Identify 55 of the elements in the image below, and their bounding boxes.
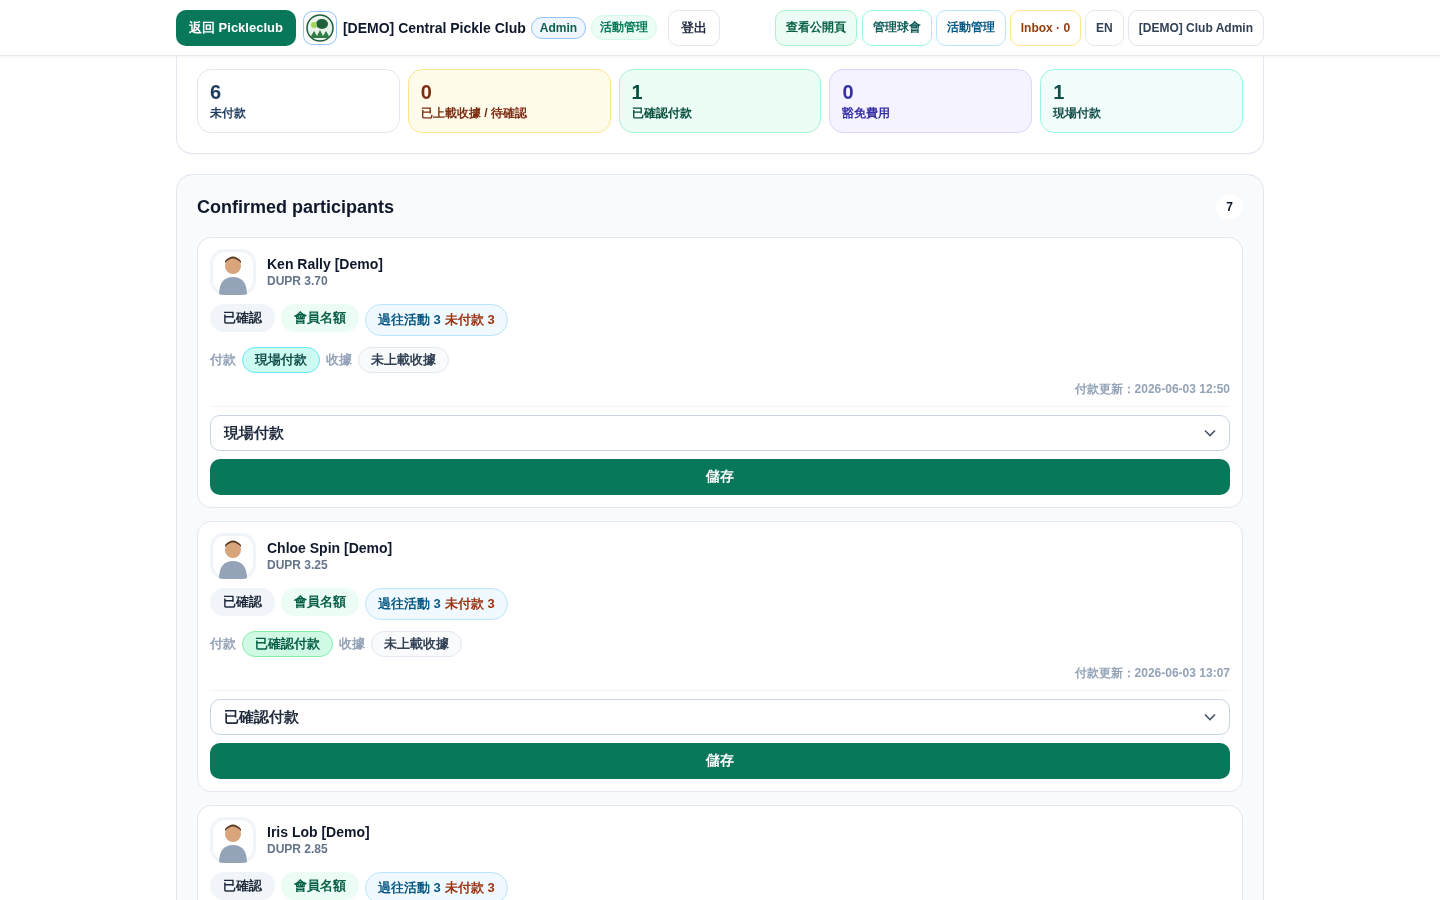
payment-label: 付款 — [210, 351, 236, 369]
nav-button[interactable]: EN — [1085, 9, 1124, 46]
nav-button[interactable]: 查看公開頁 — [774, 9, 857, 46]
role-badge: Admin — [530, 16, 587, 39]
save-button[interactable]: 儲存 — [210, 459, 1230, 495]
stat-count: 1 — [1053, 80, 1066, 105]
payment-status: 現場付款 — [242, 347, 320, 373]
payment-label: 付款 — [210, 635, 236, 653]
status-tag: 已確認 — [210, 588, 275, 616]
participant-name: Chloe Spin [Demo] — [267, 540, 393, 556]
stat-label: 已確認付款 — [631, 105, 693, 121]
club-name: [DEMO] Central Pickle Club — [342, 19, 526, 36]
back-button[interactable]: 返回 Pickleclub — [176, 9, 296, 46]
payment-select[interactable]: 現場付款 — [210, 415, 1230, 451]
dupr-rating: DUPR 3.25 — [267, 558, 329, 572]
stat-label: 豁免費用 — [842, 105, 892, 121]
status-tag: 已確認 — [210, 872, 275, 900]
logout-button[interactable]: 登出 — [668, 9, 721, 46]
stat-count: 1 — [631, 80, 644, 105]
stat-count: 0 — [420, 80, 433, 105]
status-tag: 會員名額 — [281, 304, 359, 332]
status-tag: 已確認 — [210, 304, 275, 332]
payment-updated: 付款更新：2026-06-03 12:50 — [1073, 381, 1230, 398]
receipt-status: 未上載收據 — [371, 631, 462, 657]
payment-status: 已確認付款 — [242, 631, 333, 657]
nav-button[interactable]: 活動管理 — [935, 9, 1006, 46]
receipt-label: 收據 — [326, 351, 352, 369]
history-count: 過往活動 3 — [378, 311, 441, 329]
receipt-label: 收據 — [339, 635, 365, 653]
nav-button[interactable]: [DEMO] Club Admin — [1127, 9, 1264, 46]
nav-button[interactable]: 管理球會 — [861, 9, 932, 46]
status-tag: 會員名額 — [281, 872, 359, 900]
stat-label: 已上載收據 / 待確認 — [420, 105, 528, 121]
count-badge: 7 — [1216, 195, 1243, 219]
unpaid-count: 未付款 3 — [444, 311, 495, 329]
nav-button[interactable]: Inbox · 0 — [1009, 9, 1082, 46]
stat-count: 6 — [210, 80, 223, 105]
stat-count: 0 — [842, 80, 855, 105]
payment-updated: 付款更新：2026-06-03 13:07 — [1073, 665, 1230, 682]
dupr-rating: DUPR 3.70 — [267, 274, 329, 288]
dupr-rating: DUPR 2.85 — [267, 842, 329, 856]
stat-label: 現場付款 — [1053, 105, 1103, 121]
history-count: 過往活動 3 — [378, 595, 441, 613]
status-tag: 會員名額 — [281, 588, 359, 616]
role-badge: 活動管理 — [591, 15, 658, 40]
participant-name: Iris Lob [Demo] — [267, 824, 370, 840]
participant-name: Ken Rally [Demo] — [267, 256, 383, 272]
unpaid-count: 未付款 3 — [444, 879, 495, 897]
section-title: Confirmed participants — [197, 196, 395, 218]
unpaid-count: 未付款 3 — [444, 595, 495, 613]
payment-select[interactable]: 已確認付款 — [210, 699, 1230, 735]
receipt-status: 未上載收據 — [358, 347, 449, 373]
save-button[interactable]: 儲存 — [210, 743, 1230, 779]
history-count: 過往活動 3 — [378, 879, 441, 897]
stat-label: 未付款 — [210, 105, 247, 121]
